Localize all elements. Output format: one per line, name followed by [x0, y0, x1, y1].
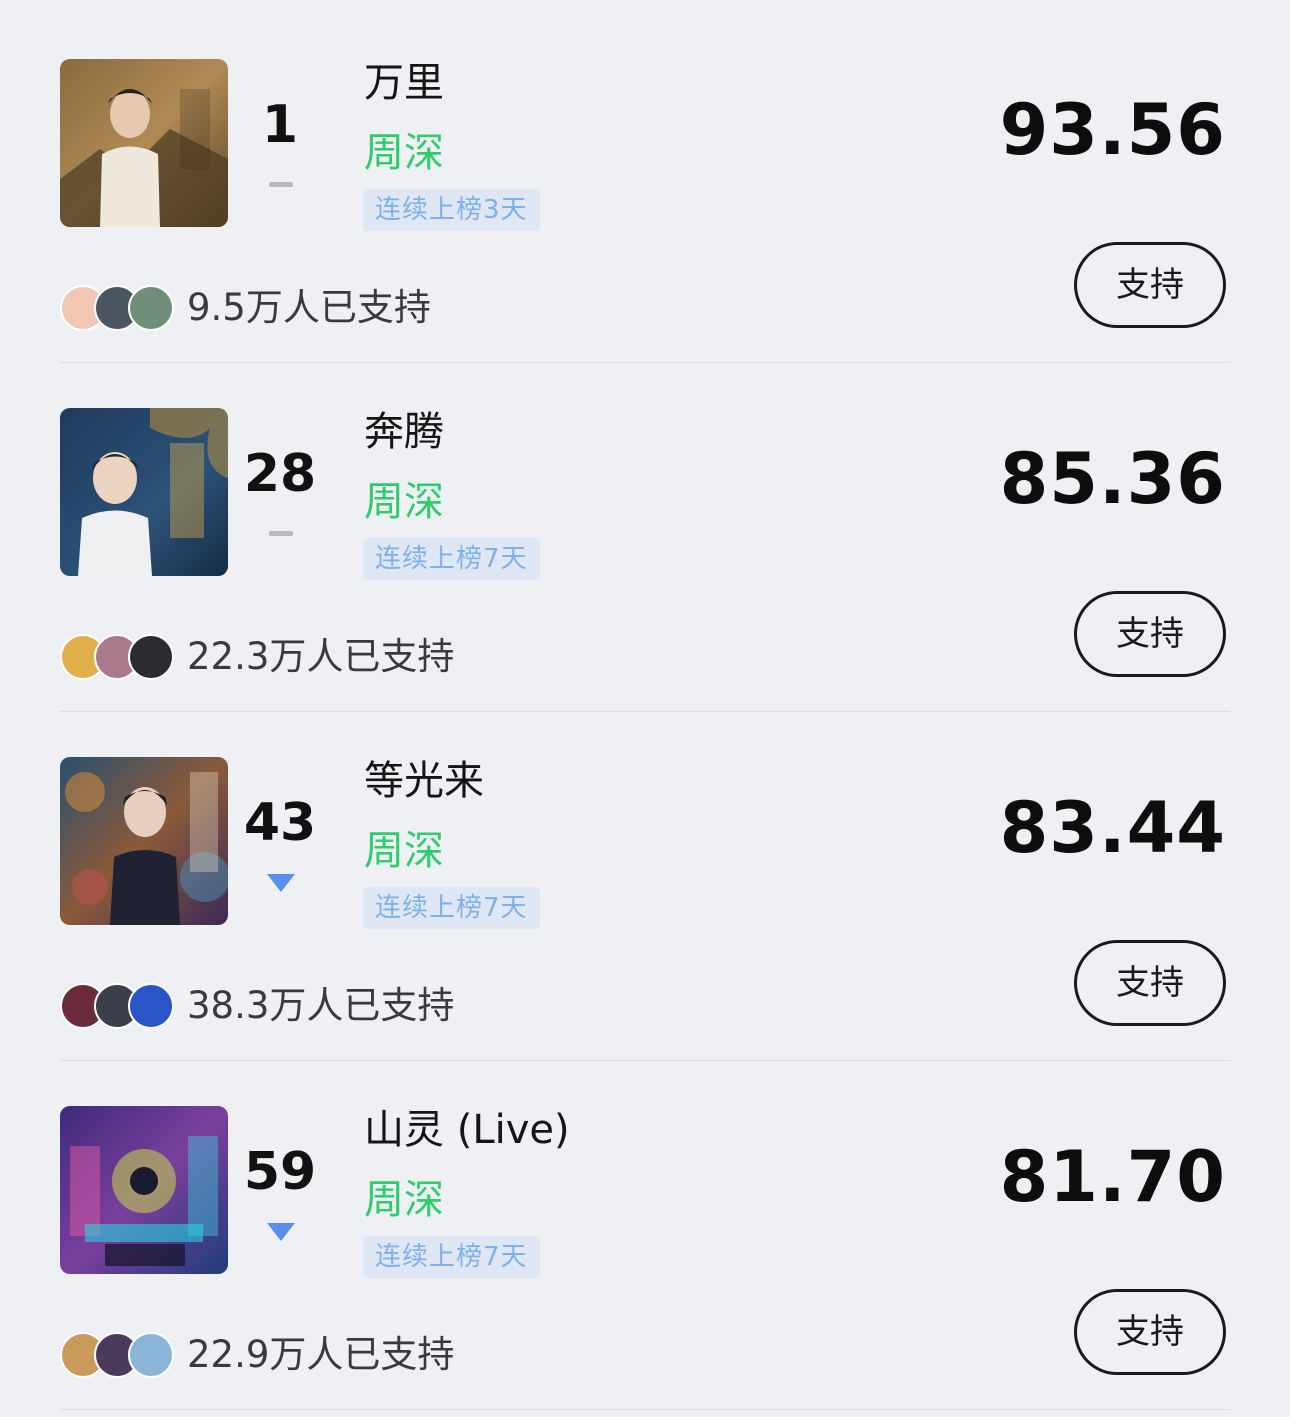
score-value: 83.44	[999, 787, 1226, 869]
supporter-avatars	[60, 285, 180, 331]
trend-unchanged-icon	[269, 182, 293, 187]
album-cover[interactable]	[60, 757, 228, 925]
chart-row[interactable]: 1 万里 周深 连续上榜3天 93.56 9.5万人已支持 支持	[0, 0, 1290, 363]
song-title[interactable]: 万里	[364, 58, 444, 108]
score-value: 81.70	[999, 1136, 1226, 1218]
supporters-count: 22.9万人已支持	[187, 1333, 455, 1376]
chart-row[interactable]: 43 等光来 周深 连续上榜7天 83.44 38.3万人已支持 支持	[0, 698, 1290, 1061]
album-cover[interactable]	[60, 59, 228, 227]
trend-down-icon	[267, 1223, 295, 1241]
supporters-count: 9.5万人已支持	[187, 286, 431, 329]
rank-number: 43	[243, 793, 317, 853]
support-button[interactable]: 支持	[1074, 591, 1226, 677]
streak-badge: 连续上榜3天	[363, 189, 540, 231]
supporters-count: 38.3万人已支持	[187, 984, 455, 1027]
chart-row[interactable]: 59 山灵 (Live) 周深 连续上榜7天 81.70 22.9万人已支持 支…	[0, 1047, 1290, 1410]
divider	[60, 1409, 1230, 1410]
artist-name[interactable]: 周深	[364, 826, 444, 876]
trend-unchanged-icon	[269, 531, 293, 536]
avatar	[128, 983, 174, 1029]
supporters-count: 22.3万人已支持	[187, 635, 455, 678]
avatar	[128, 634, 174, 680]
chart-row[interactable]: 28 奔腾 周深 连续上榜7天 85.36 22.3万人已支持 支持	[0, 349, 1290, 712]
streak-badge: 连续上榜7天	[363, 1236, 540, 1278]
support-button[interactable]: 支持	[1074, 1289, 1226, 1375]
avatar	[128, 1332, 174, 1378]
supporter-avatars	[60, 983, 180, 1029]
supporter-avatars	[60, 1332, 180, 1378]
trend-down-icon	[267, 874, 295, 892]
rank-number: 1	[261, 95, 299, 155]
avatar	[128, 285, 174, 331]
artist-name[interactable]: 周深	[364, 128, 444, 178]
rank-number: 59	[243, 1142, 317, 1202]
streak-badge: 连续上榜7天	[363, 538, 540, 580]
song-title[interactable]: 等光来	[364, 756, 484, 806]
artist-name[interactable]: 周深	[364, 477, 444, 527]
score-value: 85.36	[999, 438, 1226, 520]
supporter-avatars	[60, 634, 180, 680]
album-cover[interactable]	[60, 408, 228, 576]
streak-badge: 连续上榜7天	[363, 887, 540, 929]
song-title[interactable]: 奔腾	[364, 407, 444, 457]
song-title[interactable]: 山灵 (Live)	[364, 1105, 570, 1155]
rank-number: 28	[243, 444, 317, 504]
support-button[interactable]: 支持	[1074, 242, 1226, 328]
support-button[interactable]: 支持	[1074, 940, 1226, 1026]
score-value: 93.56	[999, 89, 1226, 171]
chart-song-list: 1 万里 周深 连续上榜3天 93.56 9.5万人已支持 支持 28 奔腾 周…	[0, 0, 1290, 1417]
artist-name[interactable]: 周深	[364, 1175, 444, 1225]
album-cover[interactable]	[60, 1106, 228, 1274]
